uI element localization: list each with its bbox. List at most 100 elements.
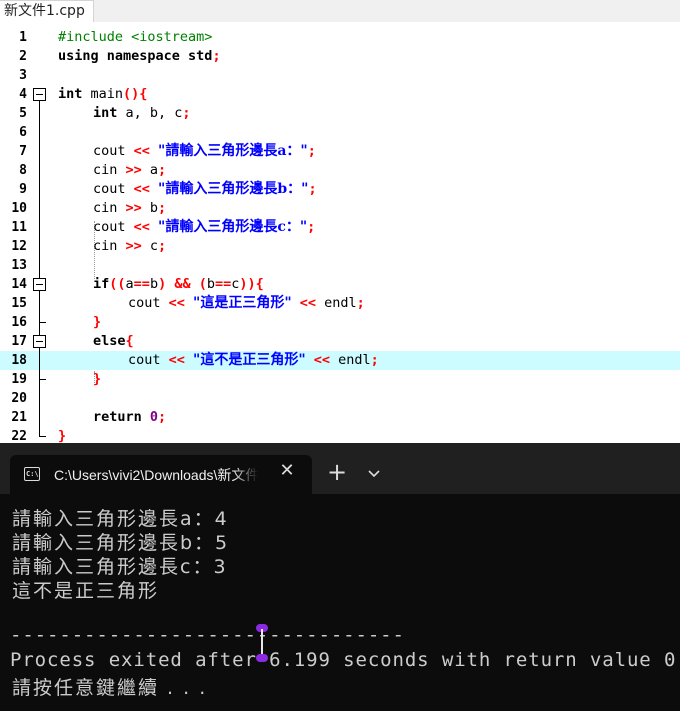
code-line[interactable]: 13 (0, 256, 680, 275)
fold-line (39, 294, 40, 313)
line-number: 1 (19, 30, 27, 45)
fold-line (39, 389, 40, 408)
console-window[interactable]: C:\Users\vivi2\Downloads\新文件1.exe ✕ + 請輸… (0, 443, 680, 711)
code-line[interactable]: 16 } (0, 313, 680, 332)
code-text: cout << "這不是正三角形" << endl; (128, 352, 379, 368)
code-editor[interactable]: 新文件1.cpp 1 #include <iostream> 2 using n… (0, 0, 680, 444)
code-text: cin >> c; (93, 238, 167, 254)
fold-gutter (31, 104, 49, 123)
line-number: 8 (19, 163, 27, 178)
line-number: 12 (11, 239, 27, 254)
code-line[interactable]: 1 #include <iostream> (0, 28, 680, 47)
code-text: using namespace std; (58, 48, 221, 64)
text-cursor (256, 624, 268, 662)
fold-line (39, 351, 40, 370)
code-text: } (93, 314, 102, 330)
fold-gutter (31, 275, 49, 294)
fold-gutter (31, 218, 49, 237)
fold-line (39, 104, 40, 123)
fold-line (39, 408, 40, 427)
fold-line (39, 161, 40, 180)
code-line[interactable]: 12 cin >> c; (0, 237, 680, 256)
code-text: cout << "請輸入三角形邊長b："; (93, 181, 317, 197)
file-tab[interactable]: 新文件1.cpp (0, 0, 94, 22)
output-line: 這不是正三角形 (12, 580, 160, 602)
code-line[interactable]: 8 cin >> a; (0, 161, 680, 180)
code-text: int a, b, c; (93, 105, 191, 121)
fold-end-marker (39, 370, 46, 380)
fold-gutter (31, 123, 49, 142)
fold-gutter (31, 256, 49, 275)
fold-gutter (31, 180, 49, 199)
fold-collapse-icon[interactable] (33, 88, 46, 101)
code-line[interactable]: 21 return 0; (0, 408, 680, 427)
fold-line (39, 218, 40, 237)
terminal-tab-title: C:\Users\vivi2\Downloads\新文件1.exe (54, 467, 258, 483)
chevron-down-icon[interactable] (362, 461, 386, 485)
code-line[interactable]: 11 cout << "請輸入三角形邊長c："; (0, 218, 680, 237)
line-number: 15 (11, 296, 27, 311)
code-line[interactable]: 19 } (0, 370, 680, 389)
fold-line (39, 123, 40, 142)
fold-line (39, 142, 40, 161)
code-text: if((a==b) && (b==c)){ (93, 276, 264, 292)
console-icon (24, 467, 40, 481)
code-text: cout << "請輸入三角形邊長c："; (93, 219, 316, 235)
line-number: 3 (19, 68, 27, 83)
line-number: 7 (19, 144, 27, 159)
output-line: 請輸入三角形邊長a：4 (12, 508, 229, 530)
line-number: 13 (11, 258, 27, 273)
line-number: 5 (19, 106, 27, 121)
cursor-bar (261, 629, 263, 657)
fold-gutter (31, 161, 49, 180)
fold-gutter (31, 408, 49, 427)
code-line[interactable]: 7 cout << "請輸入三角形邊長a："; (0, 142, 680, 161)
code-text: int main(){ (58, 86, 148, 102)
code-line[interactable]: 14 if((a==b) && (b==c)){ (0, 275, 680, 294)
code-line[interactable]: 2 using namespace std; (0, 47, 680, 66)
code-line[interactable]: 9 cout << "請輸入三角形邊長b："; (0, 180, 680, 199)
code-line[interactable]: 15 cout << "這是正三角形" << endl; (0, 294, 680, 313)
terminal-tab-bar: C:\Users\vivi2\Downloads\新文件1.exe ✕ + (0, 443, 680, 494)
editor-tab-bar: 新文件1.cpp (0, 0, 680, 22)
fold-end-marker (39, 313, 46, 323)
line-number: 20 (11, 391, 27, 406)
fold-gutter (31, 332, 49, 351)
line-number: 4 (19, 87, 27, 102)
fold-collapse-icon[interactable] (33, 335, 46, 348)
fold-line (39, 199, 40, 218)
new-tab-button[interactable]: + (325, 460, 349, 485)
fold-gutter (31, 294, 49, 313)
code-line-active[interactable]: 18 cout << "這不是正三角形" << endl; (0, 351, 680, 370)
fold-line (39, 180, 40, 199)
fold-gutter (31, 199, 49, 218)
line-number: 19 (11, 372, 27, 387)
terminal-output[interactable]: 請輸入三角形邊長a：4 請輸入三角形邊長b：5 請輸入三角形邊長c：3 這不是正… (0, 494, 680, 711)
fold-gutter (31, 142, 49, 161)
process-exit-message: Process exited after 6.199 seconds with … (10, 649, 677, 671)
code-text: #include <iostream> (58, 29, 213, 45)
line-number: 10 (11, 201, 27, 216)
code-area[interactable]: 1 #include <iostream> 2 using namespace … (0, 28, 680, 444)
code-text: return 0; (93, 409, 167, 425)
close-tab-button[interactable]: ✕ (277, 461, 297, 481)
code-text: cout << "請輸入三角形邊長a："; (93, 143, 316, 159)
terminal-tab[interactable]: C:\Users\vivi2\Downloads\新文件1.exe ✕ (10, 455, 312, 494)
code-line[interactable]: 4 int main(){ (0, 85, 680, 104)
line-number: 6 (19, 125, 27, 140)
code-line[interactable]: 6 (0, 123, 680, 142)
line-number: 21 (11, 410, 27, 425)
cursor-bottom-handle (256, 654, 268, 662)
code-line[interactable]: 3 (0, 66, 680, 85)
code-line[interactable]: 10 cin >> b; (0, 199, 680, 218)
line-number: 16 (11, 315, 27, 330)
press-any-key-prompt: 請按任意鍵繼續 . . . (12, 677, 208, 699)
line-number: 14 (11, 277, 27, 292)
code-line[interactable]: 5 int a, b, c; (0, 104, 680, 123)
fold-collapse-icon[interactable] (33, 278, 46, 291)
line-number: 11 (11, 220, 27, 235)
line-number: 17 (11, 334, 27, 349)
fold-gutter (31, 370, 49, 389)
code-line[interactable]: 17 else{ (0, 332, 680, 351)
code-line[interactable]: 20 (0, 389, 680, 408)
